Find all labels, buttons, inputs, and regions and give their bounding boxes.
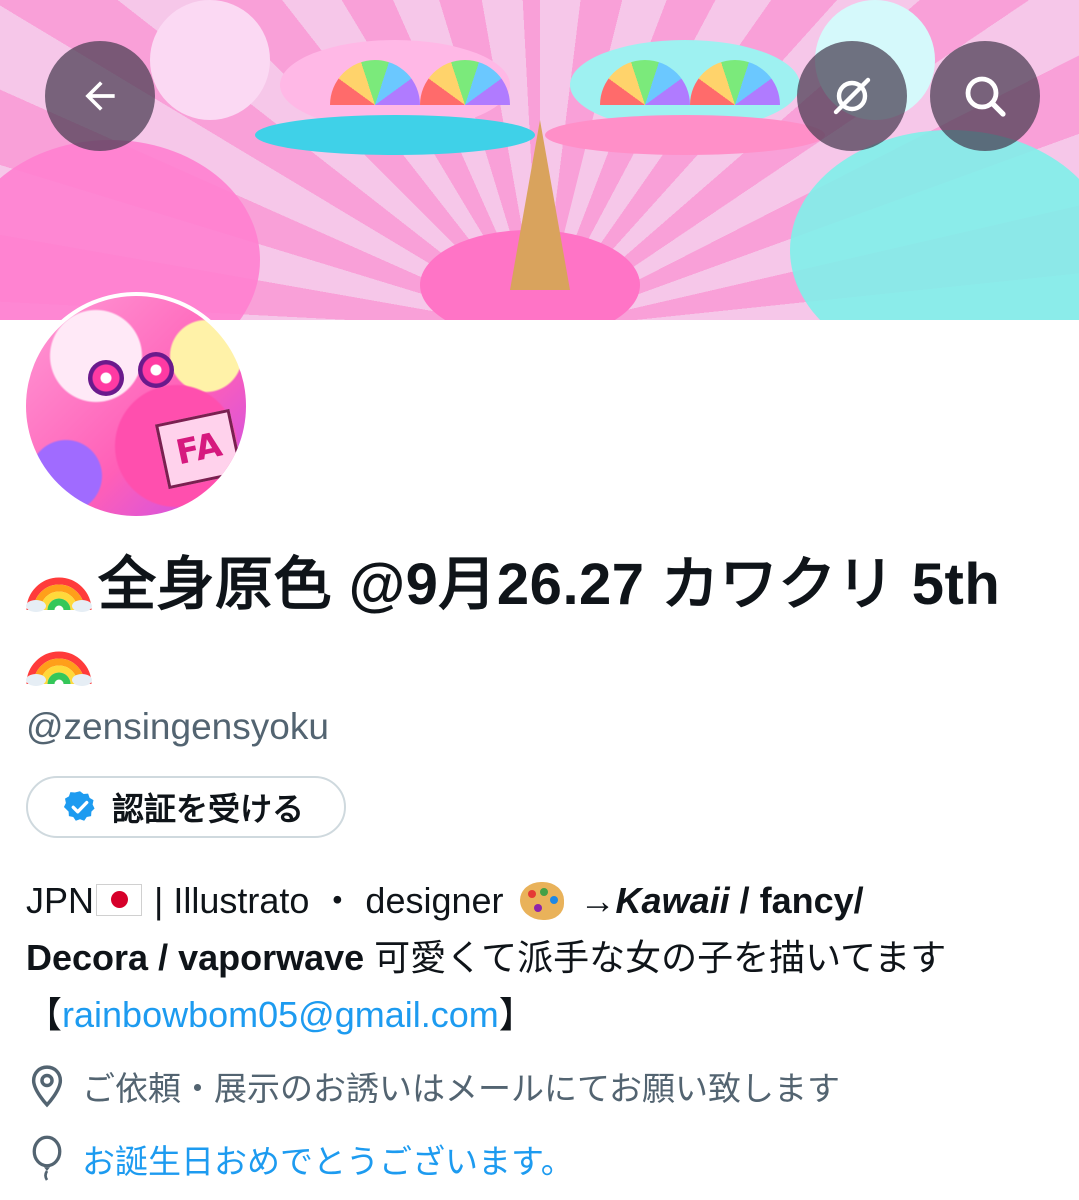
search-icon [965,76,1006,117]
rainbow-emoji-icon [26,651,92,686]
bio-text: | Illustrato ・ designer [144,880,514,921]
balloon-icon [26,1135,68,1183]
bio-text: JPN [26,880,95,921]
banner-art-plate [545,115,825,155]
link-off-button[interactable] [797,41,907,151]
user-handle: @zensingensyoku [26,706,329,747]
get-verified-button[interactable]: 認証を受ける [26,776,346,838]
profile-bio: JPN | Illustrato ・ designer →Kawaii / fa… [26,872,1056,1043]
japan-flag-icon [96,884,143,916]
profile-banner[interactable] [0,0,1079,320]
banner-art-cone [510,120,570,290]
search-button[interactable] [930,41,1040,151]
bio-bracket: 【 [26,994,63,1035]
display-name: 全身原色 @9月26.27 カワクリ 5th [26,548,1046,696]
avatar-art-eye [138,352,174,388]
banner-art-shape [790,130,1079,320]
bio-text-styles: Decora / vaporwave [26,937,365,978]
arrow-left-icon [85,81,115,111]
avatar-art-sign: FA [154,408,244,490]
bio-text: 可愛くて派手な女の子を描いてます [364,937,947,978]
banner-art-plate [255,115,535,155]
profile-birthday[interactable]: お誕生日おめでとうございます。 [26,1135,574,1183]
avatar-image: FA [26,296,246,516]
rainbow-emoji-icon [26,577,92,612]
verified-badge-icon [63,791,95,821]
banner-art-shape [150,0,270,120]
link-off-icon [833,77,871,115]
location-text: ご依頼・展示のお誘いはメールにてお願い致します [82,1070,841,1107]
display-name-text: 全身原色 @9月26.27 カワクリ 5th [98,552,1001,617]
artist-palette-icon [519,882,564,920]
bio-text: → [569,880,616,921]
profile-location: ご依頼・展示のお誘いはメールにてお願い致します [26,1062,840,1110]
birthday-text: お誕生日おめでとうございます。 [82,1143,574,1180]
avatar-art-eye [88,360,124,396]
back-button[interactable] [45,41,155,151]
bio-text-styles: / fancy/ [729,880,864,921]
bio-bracket: 】 [498,994,535,1035]
location-pin-icon [26,1062,68,1110]
bio-text-kawaii: Kawaii [615,880,730,921]
bio-email-link[interactable]: rainbowbom05@gmail.com [62,994,499,1035]
get-verified-label: 認証を受ける [112,791,305,827]
avatar[interactable]: FA [22,292,250,520]
